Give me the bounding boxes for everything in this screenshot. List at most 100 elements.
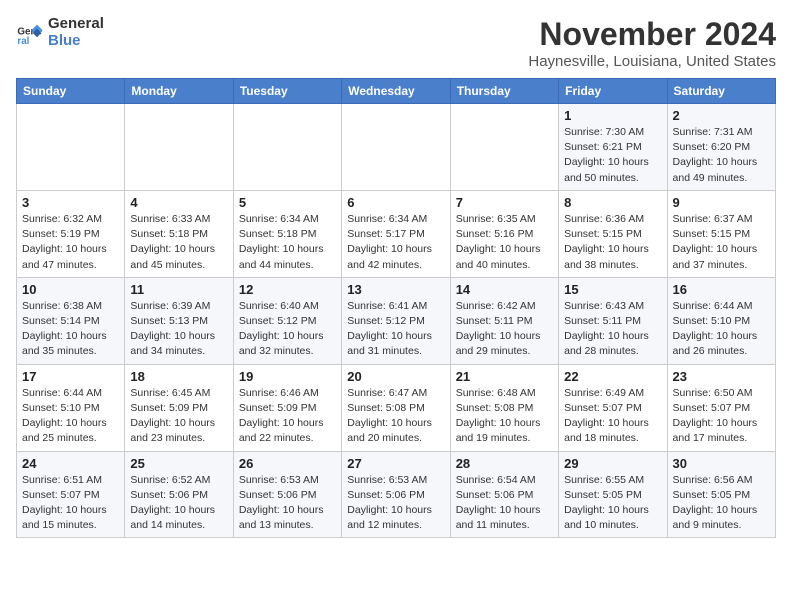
day-info: Sunrise: 6:55 AM Sunset: 5:05 PM Dayligh… xyxy=(564,473,661,534)
day-number: 16 xyxy=(673,282,770,297)
calendar-cell: 28 Sunrise: 6:54 AM Sunset: 5:06 PM Dayli… xyxy=(450,451,558,538)
calendar-header-row: SundayMondayTuesdayWednesdayThursdayFrid… xyxy=(17,79,776,104)
calendar-cell: 3 Sunrise: 6:32 AM Sunset: 5:19 PM Daylig… xyxy=(17,190,125,277)
calendar-week-row: 17 Sunrise: 6:44 AM Sunset: 5:10 PM Dayli… xyxy=(17,364,776,451)
calendar-cell: 12 Sunrise: 6:40 AM Sunset: 5:12 PM Dayli… xyxy=(233,277,341,364)
day-number: 28 xyxy=(456,456,553,471)
location: Haynesville, Louisiana, United States xyxy=(528,53,776,70)
day-info: Sunrise: 6:51 AM Sunset: 5:07 PM Dayligh… xyxy=(22,473,119,534)
calendar-cell: 18Sunrise: 6:45 AM Sunset: 5:09 PM Dayli… xyxy=(125,364,233,451)
day-number: 2 xyxy=(673,108,770,123)
calendar-cell: 4 Sunrise: 6:33 AM Sunset: 5:18 PM Daylig… xyxy=(125,190,233,277)
day-info: Sunrise: 6:49 AM Sunset: 5:07 PM Dayligh… xyxy=(564,386,661,447)
day-number: 7 xyxy=(456,195,553,210)
calendar-cell: 6 Sunrise: 6:34 AM Sunset: 5:17 PM Daylig… xyxy=(342,190,450,277)
day-info: Sunrise: 6:36 AM Sunset: 5:15 PM Dayligh… xyxy=(564,212,661,273)
day-info: Sunrise: 6:34 AM Sunset: 5:17 PM Dayligh… xyxy=(347,212,444,273)
day-info: Sunrise: 6:42 AM Sunset: 5:11 PM Dayligh… xyxy=(456,299,553,360)
day-number: 11 xyxy=(130,282,227,297)
day-info: Sunrise: 6:37 AM Sunset: 5:15 PM Dayligh… xyxy=(673,212,770,273)
header: Gene ral General Blue November 2024 Hayn… xyxy=(16,16,776,70)
calendar-cell xyxy=(450,104,558,191)
weekday-header: Tuesday xyxy=(233,79,341,104)
day-info: Sunrise: 7:31 AM Sunset: 6:20 PM Dayligh… xyxy=(673,125,770,186)
calendar-cell: 16 Sunrise: 6:44 AM Sunset: 5:10 PM Dayli… xyxy=(667,277,775,364)
day-number: 30 xyxy=(673,456,770,471)
calendar-cell: 10Sunrise: 6:38 AM Sunset: 5:14 PM Dayli… xyxy=(17,277,125,364)
day-info: Sunrise: 6:32 AM Sunset: 5:19 PM Dayligh… xyxy=(22,212,119,273)
calendar-week-row: 1Sunrise: 7:30 AM Sunset: 6:21 PM Daylig… xyxy=(17,104,776,191)
day-info: Sunrise: 6:46 AM Sunset: 5:09 PM Dayligh… xyxy=(239,386,336,447)
day-number: 25 xyxy=(130,456,227,471)
day-info: Sunrise: 6:34 AM Sunset: 5:18 PM Dayligh… xyxy=(239,212,336,273)
calendar-cell: 20Sunrise: 6:47 AM Sunset: 5:08 PM Dayli… xyxy=(342,364,450,451)
day-info: Sunrise: 6:52 AM Sunset: 5:06 PM Dayligh… xyxy=(130,473,227,534)
day-number: 3 xyxy=(22,195,119,210)
day-number: 24 xyxy=(22,456,119,471)
day-number: 15 xyxy=(564,282,661,297)
calendar-cell: 21 Sunrise: 6:48 AM Sunset: 5:08 PM Dayli… xyxy=(450,364,558,451)
day-info: Sunrise: 6:43 AM Sunset: 5:11 PM Dayligh… xyxy=(564,299,661,360)
calendar-cell: 14 Sunrise: 6:42 AM Sunset: 5:11 PM Dayli… xyxy=(450,277,558,364)
day-number: 13 xyxy=(347,282,444,297)
day-info: Sunrise: 6:53 AM Sunset: 5:06 PM Dayligh… xyxy=(239,473,336,534)
day-info: Sunrise: 6:50 AM Sunset: 5:07 PM Dayligh… xyxy=(673,386,770,447)
calendar-cell: 15 Sunrise: 6:43 AM Sunset: 5:11 PM Dayli… xyxy=(559,277,667,364)
calendar-week-row: 10Sunrise: 6:38 AM Sunset: 5:14 PM Dayli… xyxy=(17,277,776,364)
day-number: 9 xyxy=(673,195,770,210)
day-number: 21 xyxy=(456,369,553,384)
calendar-cell: 7 Sunrise: 6:35 AM Sunset: 5:16 PM Daylig… xyxy=(450,190,558,277)
day-number: 5 xyxy=(239,195,336,210)
svg-text:ral: ral xyxy=(17,36,29,47)
calendar-cell: 26 Sunrise: 6:53 AM Sunset: 5:06 PM Dayli… xyxy=(233,451,341,538)
calendar-cell: 22 Sunrise: 6:49 AM Sunset: 5:07 PM Dayli… xyxy=(559,364,667,451)
month-title: November 2024 xyxy=(528,16,776,53)
calendar-cell: 8Sunrise: 6:36 AM Sunset: 5:15 PM Daylig… xyxy=(559,190,667,277)
calendar-cell xyxy=(125,104,233,191)
calendar-week-row: 24 Sunrise: 6:51 AM Sunset: 5:07 PM Dayli… xyxy=(17,451,776,538)
calendar-cell xyxy=(17,104,125,191)
day-number: 27 xyxy=(347,456,444,471)
day-info: Sunrise: 6:48 AM Sunset: 5:08 PM Dayligh… xyxy=(456,386,553,447)
day-info: Sunrise: 6:38 AM Sunset: 5:14 PM Dayligh… xyxy=(22,299,119,360)
day-number: 20 xyxy=(347,369,444,384)
weekday-header: Wednesday xyxy=(342,79,450,104)
calendar-cell: 1Sunrise: 7:30 AM Sunset: 6:21 PM Daylig… xyxy=(559,104,667,191)
calendar-cell: 9 Sunrise: 6:37 AM Sunset: 5:15 PM Daylig… xyxy=(667,190,775,277)
day-info: Sunrise: 6:35 AM Sunset: 5:16 PM Dayligh… xyxy=(456,212,553,273)
logo: Gene ral General Blue xyxy=(16,16,104,49)
day-number: 14 xyxy=(456,282,553,297)
calendar-cell: 17 Sunrise: 6:44 AM Sunset: 5:10 PM Dayli… xyxy=(17,364,125,451)
day-info: Sunrise: 6:33 AM Sunset: 5:18 PM Dayligh… xyxy=(130,212,227,273)
day-info: Sunrise: 6:41 AM Sunset: 5:12 PM Dayligh… xyxy=(347,299,444,360)
day-info: Sunrise: 6:44 AM Sunset: 5:10 PM Dayligh… xyxy=(673,299,770,360)
day-number: 22 xyxy=(564,369,661,384)
day-info: Sunrise: 6:44 AM Sunset: 5:10 PM Dayligh… xyxy=(22,386,119,447)
day-number: 12 xyxy=(239,282,336,297)
day-info: Sunrise: 6:54 AM Sunset: 5:06 PM Dayligh… xyxy=(456,473,553,534)
day-info: Sunrise: 7:30 AM Sunset: 6:21 PM Dayligh… xyxy=(564,125,661,186)
calendar-cell: 2 Sunrise: 7:31 AM Sunset: 6:20 PM Daylig… xyxy=(667,104,775,191)
calendar: SundayMondayTuesdayWednesdayThursdayFrid… xyxy=(16,78,776,538)
logo-icon: Gene ral xyxy=(16,19,44,47)
day-number: 17 xyxy=(22,369,119,384)
calendar-cell: 29Sunrise: 6:55 AM Sunset: 5:05 PM Dayli… xyxy=(559,451,667,538)
calendar-cell: 30 Sunrise: 6:56 AM Sunset: 5:05 PM Dayli… xyxy=(667,451,775,538)
calendar-cell: 19Sunrise: 6:46 AM Sunset: 5:09 PM Dayli… xyxy=(233,364,341,451)
day-info: Sunrise: 6:45 AM Sunset: 5:09 PM Dayligh… xyxy=(130,386,227,447)
weekday-header: Saturday xyxy=(667,79,775,104)
calendar-week-row: 3 Sunrise: 6:32 AM Sunset: 5:19 PM Daylig… xyxy=(17,190,776,277)
day-number: 26 xyxy=(239,456,336,471)
day-number: 6 xyxy=(347,195,444,210)
weekday-header: Thursday xyxy=(450,79,558,104)
day-number: 4 xyxy=(130,195,227,210)
day-info: Sunrise: 6:40 AM Sunset: 5:12 PM Dayligh… xyxy=(239,299,336,360)
calendar-cell xyxy=(342,104,450,191)
day-info: Sunrise: 6:56 AM Sunset: 5:05 PM Dayligh… xyxy=(673,473,770,534)
calendar-cell: 25 Sunrise: 6:52 AM Sunset: 5:06 PM Dayli… xyxy=(125,451,233,538)
calendar-cell: 23Sunrise: 6:50 AM Sunset: 5:07 PM Dayli… xyxy=(667,364,775,451)
calendar-cell: 5 Sunrise: 6:34 AM Sunset: 5:18 PM Daylig… xyxy=(233,190,341,277)
calendar-cell: 11 Sunrise: 6:39 AM Sunset: 5:13 PM Dayli… xyxy=(125,277,233,364)
day-info: Sunrise: 6:39 AM Sunset: 5:13 PM Dayligh… xyxy=(130,299,227,360)
logo-line1: General xyxy=(48,16,104,33)
